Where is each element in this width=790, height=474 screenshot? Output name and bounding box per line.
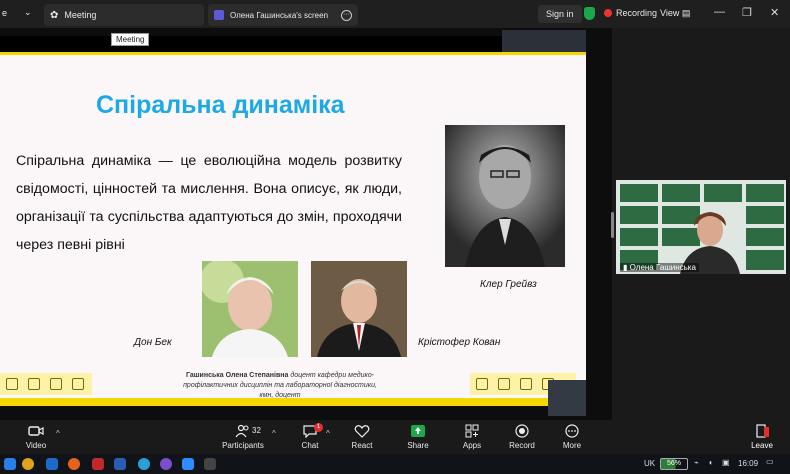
apps-label: Apps [462,441,482,450]
leave-label: Leave [751,441,773,450]
share-button[interactable]: Share [394,424,442,450]
video-camera-icon [28,426,44,436]
slide-title: Спіральна динаміка [96,91,345,119]
apps-button[interactable]: Apps [448,424,496,450]
tab-meeting[interactable]: ✿ Meeting [44,4,204,26]
meeting-tooltip: Meeting [111,33,150,46]
building-icon [28,378,40,390]
store-icon[interactable] [46,458,58,470]
app-red-icon[interactable] [92,458,104,470]
microscope-icon [72,378,84,390]
language-indicator[interactable]: UK [644,459,655,468]
firefox-icon[interactable] [68,458,80,470]
word-icon[interactable] [114,458,126,470]
split-drag-handle[interactable] [611,212,614,238]
record-button[interactable]: Record [498,424,546,450]
signal-icon: ▮ [623,263,628,272]
icon-strip-left [0,373,92,395]
minimize-icon[interactable]: — [714,6,725,18]
battery-indicator[interactable]: 56% [660,458,688,470]
react-button[interactable]: React [338,424,386,450]
caption-cowan: Крістофер Кован [418,337,501,348]
participant-name-label: ▮ Олена Гашинська [620,263,699,272]
heart-icon [354,425,370,438]
meeting-toolbar: Video ^ Participants 32 ^ Chat 1 ^ React… [0,420,790,454]
tab-meeting-label: Meeting [64,10,97,20]
video-label: Video [25,441,47,450]
recording-label[interactable]: Recording [616,8,657,18]
zoom-icon[interactable] [182,458,194,470]
share-screen-icon [411,425,425,437]
school-icon [6,378,18,390]
volume-icon[interactable]: ◖ [708,458,713,467]
view-icon: ▤ [681,8,691,18]
sign-in-button[interactable]: Sign in [538,5,582,23]
participants-label: Participants [222,441,264,450]
leave-button[interactable]: Leave [744,424,780,450]
participant-name: Олена Гашинська [629,263,696,272]
view-label: View [660,8,680,18]
react-label: React [351,441,373,450]
app-window-icon[interactable] [204,458,216,470]
photo-christopher-cowan [311,261,407,357]
lab-icon [520,378,532,390]
video-options-caret[interactable]: ^ [56,429,60,438]
caption-graves: Клер Грейвз [480,279,537,290]
clock[interactable]: 16:09 [738,459,758,468]
user-icon [214,10,224,20]
share-label: Share [407,441,429,450]
more-icon [565,424,579,438]
slide-top-bar [0,36,586,52]
leave-door-icon [756,424,769,438]
title-bar: e ⌄ ✿ Meeting Олена Гашинська's screen ·… [0,0,790,28]
photo-clare-graves [445,125,565,267]
chevron-down-icon[interactable]: ⌄ [24,7,32,18]
participants-icon [235,424,249,438]
slide-bottom-bar [0,398,586,406]
telegram-icon[interactable] [138,458,150,470]
start-icon[interactable] [4,458,16,470]
chrome-icon[interactable] [22,458,34,470]
shield-check-icon[interactable] [584,7,595,20]
author-name: Гашинська Олена Степанівна [185,372,289,379]
system-tray-icon[interactable]: ▣ [722,458,730,467]
tab-screen-share-label: Олена Гашинська's screen [230,10,329,20]
slide-body-text: Спіральна динаміка — це еволюційна модел… [16,153,402,253]
record-label: Record [509,441,535,450]
chat-label: Chat [301,441,319,450]
presentation-slide: Спіральна динаміка Спіральна динаміка — … [0,52,586,404]
participants-count: 32 [252,426,261,435]
video-button[interactable]: Video [12,424,60,450]
more-options-icon[interactable]: ··· [341,9,352,21]
paw-icon: ✿ [50,9,59,21]
chat-unread-badge: 1 [314,423,323,432]
app-letter: e [2,8,8,18]
apps-icon [465,424,479,438]
tab-screen-share[interactable]: Олена Гашинська's screen ··· [208,4,358,26]
medal-icon [498,378,510,390]
view-button[interactable]: View ▤ [660,8,690,19]
chat-options-caret[interactable]: ^ [326,429,330,438]
viber-icon[interactable] [160,458,172,470]
slide-top-panel [502,30,586,52]
recording-dot-icon [604,9,612,17]
caption-beck: Дон Бек [134,337,172,348]
truck-icon [476,378,488,390]
self-view-tile[interactable] [548,380,586,416]
participant-video-tile[interactable]: ▮ Олена Гашинська [616,180,786,274]
restore-icon[interactable]: ❐ [742,6,752,19]
book-icon [50,378,62,390]
author-note: Гашинська Олена Степанівна доцент кафедр… [180,371,380,401]
photo-don-beck [202,261,298,357]
notifications-icon[interactable]: ▭ [766,457,774,466]
more-label: More [562,441,582,450]
os-taskbar: UK 56% ⌁ ◖ ▣ 16:09 ▭ [0,454,790,474]
participants-options-caret[interactable]: ^ [272,429,276,438]
record-icon [515,424,529,438]
network-icon[interactable]: ⌁ [694,458,699,467]
more-button[interactable]: More [548,424,596,450]
close-icon[interactable]: ✕ [770,6,779,19]
sign-in-label: Sign in [546,9,574,19]
